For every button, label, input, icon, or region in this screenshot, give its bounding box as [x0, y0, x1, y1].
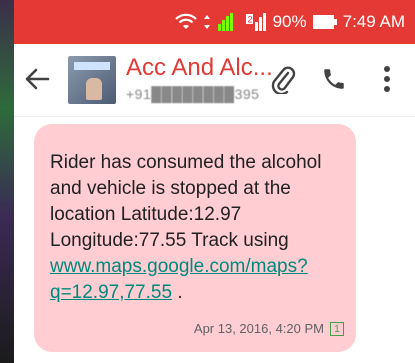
battery-percent: 90% — [272, 12, 307, 31]
phone-icon[interactable] — [321, 65, 347, 98]
paperclip-icon[interactable] — [270, 64, 296, 99]
contact-number: +91████████395 — [126, 86, 260, 102]
message-bubble[interactable]: Rider has consumed the alcohol and vehic… — [34, 124, 356, 352]
clock: 7:49 AM — [342, 12, 405, 31]
svg-text:2: 2 — [247, 15, 252, 25]
battery-icon — [312, 15, 337, 29]
status-bar: 2 90% 7:49 AM — [14, 0, 415, 44]
back-arrow-icon[interactable] — [24, 66, 50, 97]
message-meta: Apr 13, 2016, 4:20 PM 1 — [194, 321, 344, 336]
message-body: Rider has consumed the alcohol and vehic… — [50, 150, 350, 306]
phone-screen: 2 90% 7:49 AM Acc And Alc... +91████████… — [14, 0, 415, 363]
wifi-icon — [174, 13, 197, 31]
message-suffix: . — [172, 282, 183, 303]
message-text: Rider has consumed the alcohol and vehic… — [50, 152, 322, 251]
data-arrows-icon — [203, 14, 211, 30]
conversation-header: Acc And Alc... +91████████395 — [14, 44, 415, 117]
signal-icon — [217, 12, 239, 32]
contact-avatar[interactable] — [68, 56, 116, 104]
message-timestamp: Apr 13, 2016, 4:20 PM — [193, 321, 324, 336]
contact-name[interactable]: Acc And Alc... — [126, 54, 273, 82]
signal-sim2-icon: 2 — [245, 12, 267, 32]
sim-icon: 1 — [330, 321, 344, 336]
device-bezel — [0, 0, 14, 363]
more-vert-icon[interactable] — [381, 64, 393, 99]
